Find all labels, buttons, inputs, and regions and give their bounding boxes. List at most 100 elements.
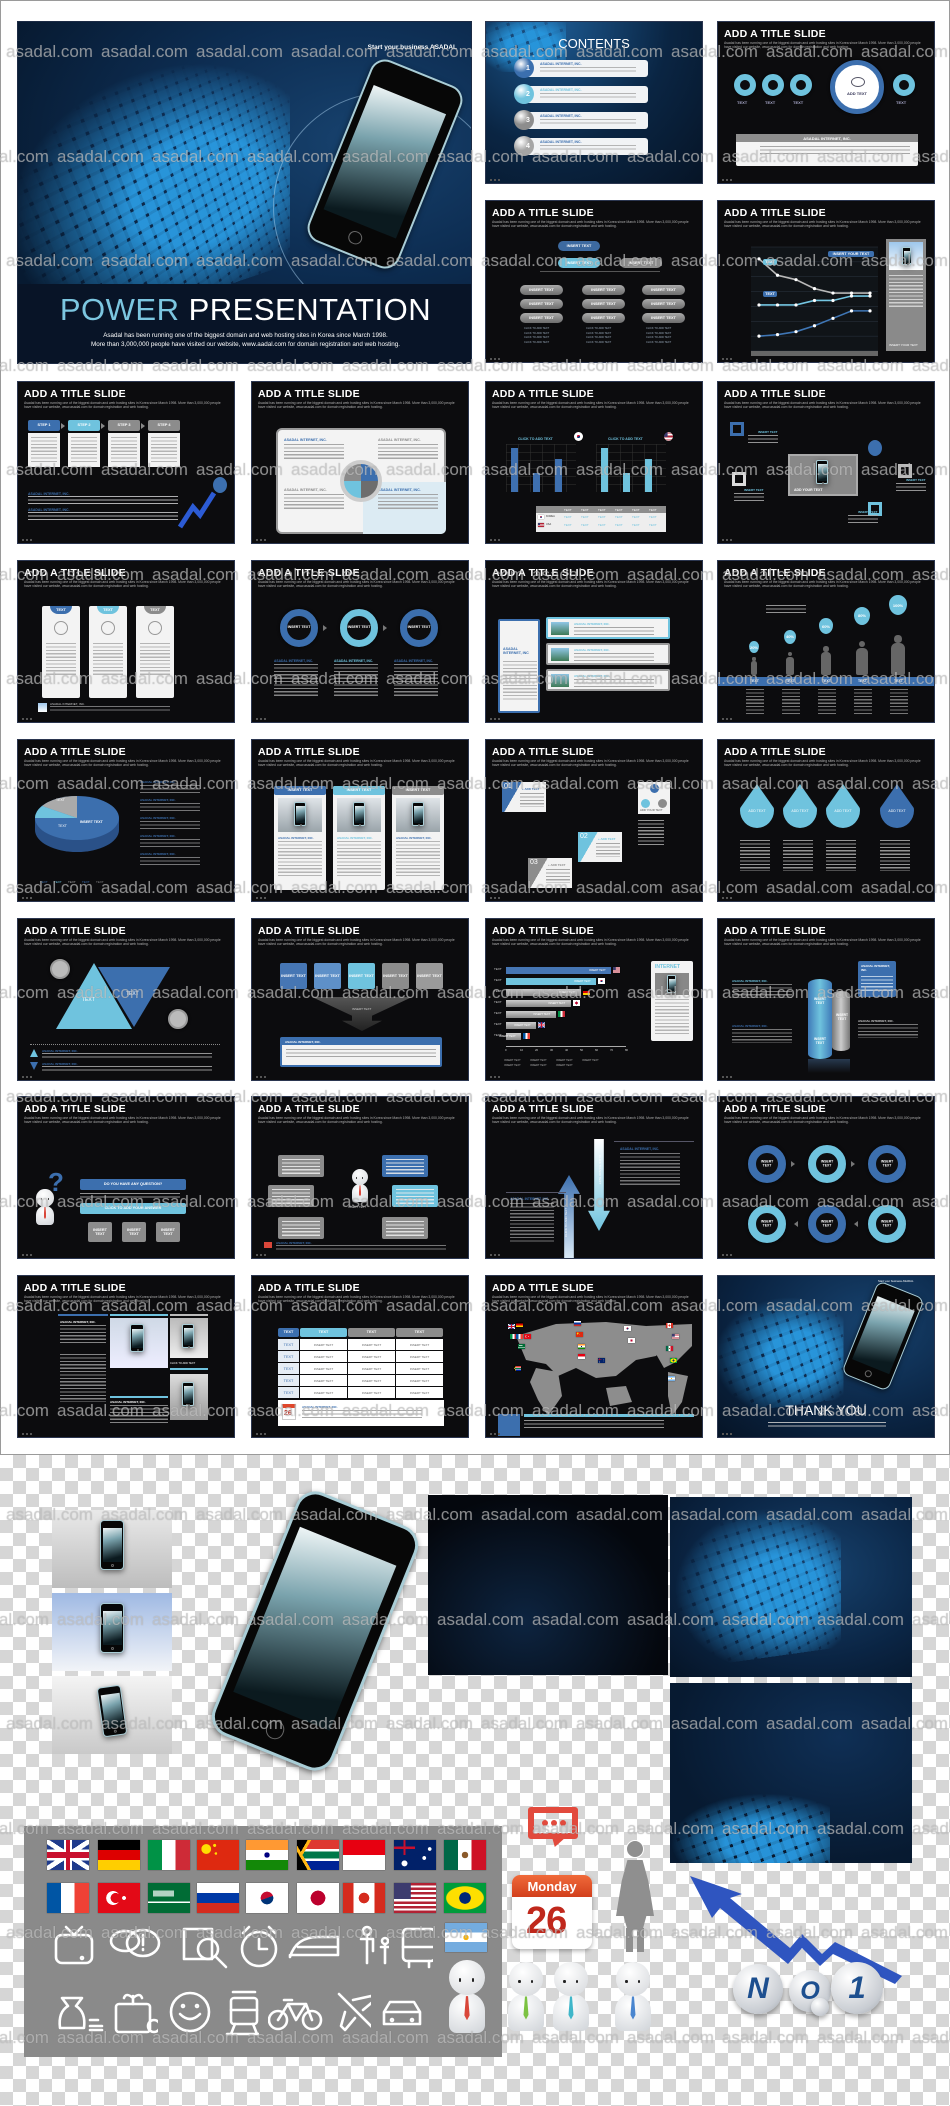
insert-text-button[interactable]: INSERT TEXT <box>520 313 563 323</box>
numbered-card: 03 + ADD TEXT <box>528 858 572 888</box>
slide-thumbnail[interactable]: ADD A TITLE SLIDE Asadal has been running… <box>251 1096 469 1259</box>
step-label[interactable]: STEP 2 <box>68 420 100 431</box>
label-box[interactable]: TEXT <box>763 259 777 265</box>
phone-screen <box>100 1692 125 1730</box>
slide-thumbnail[interactable]: ADD A TITLE SLIDE Asadal has been running… <box>485 381 703 544</box>
insert-text-bubble[interactable]: INSERT TEXT <box>122 1222 146 1242</box>
insert-text-button[interactable]: INSERT TEXT <box>582 299 625 309</box>
slide-thumbnail[interactable]: ADD A TITLE SLIDE Asadal has been running… <box>717 918 935 1081</box>
slide-thumbnail[interactable]: ADD A TITLE SLIDE Asadal has been running… <box>717 381 935 544</box>
slide-thumbnail[interactable]: ADD A TITLE SLIDE Asadal has been running… <box>251 1275 469 1438</box>
slide-thumbnail[interactable]: ADD A TITLE SLIDE Asadal has been running… <box>717 1096 935 1259</box>
slide-thumbnail[interactable]: ADD A TITLE SLIDE Asadal has been running… <box>17 1275 235 1438</box>
slide-thumbnail[interactable]: ADD A TITLE SLIDE Asadal has been running… <box>485 1275 703 1438</box>
slide-thumbnail[interactable]: ADD A TITLE SLIDE Asadal has been running… <box>251 739 469 902</box>
connector-line <box>540 271 660 272</box>
slide-thumbnail[interactable]: ADD A TITLE SLIDE Asadal has been running… <box>717 21 935 184</box>
question-banner[interactable]: DO YOU HAVE ANY QUESTION? <box>80 1179 186 1190</box>
insert-text-button[interactable]: INSERT TEXT <box>582 285 625 295</box>
insert-text-box[interactable]: INSERT TEXT <box>382 963 409 989</box>
slide-thumbnail[interactable]: CONTENTS ASADAL INTERNET, INC. 1 ASADAL INT… <box>485 21 703 184</box>
label-box[interactable]: INSERT TEXT <box>333 786 385 795</box>
data-point <box>775 303 780 307</box>
insert-text-bubble[interactable]: INSERT TEXT <box>156 1222 180 1242</box>
insert-text-button[interactable]: INSERT TEXT <box>620 258 662 268</box>
slide-nav-dots <box>256 718 268 720</box>
slide-thumbnail[interactable]: ADD A TITLE SLIDE Asadal has been running… <box>17 1096 235 1259</box>
slide-thumbnail[interactable]: ADD A TITLE SLIDE Asadal has been running… <box>485 918 703 1081</box>
insert-text-button[interactable]: INSERT TEXT <box>520 285 563 295</box>
contents-item[interactable]: ASADAL INTERNET, INC. <box>524 86 648 103</box>
insert-text-box[interactable]: INSERT TEXT <box>314 963 341 989</box>
slide-thumbnail[interactable]: ADD A TITLE SLIDE Asadal has been running… <box>717 739 935 902</box>
slide-thumbnail[interactable]: ADD A TITLE SLIDE Asadal has been running… <box>251 381 469 544</box>
body <box>891 643 905 675</box>
table-cell: INSERT TEXT <box>348 1351 395 1362</box>
text-lines <box>766 605 806 616</box>
ring-caption: TEXT <box>793 100 804 105</box>
label-box[interactable]: INSERT TEXT <box>392 786 444 795</box>
insert-text-box[interactable]: INSERT TEXT <box>280 963 307 989</box>
slide-thumbnail[interactable]: ADD A TITLE SLIDE Asadal has been running… <box>485 560 703 723</box>
blue-background-panel <box>670 1683 912 1863</box>
home-button-icon <box>863 1368 873 1379</box>
ring-label: INSERT TEXT <box>880 1219 894 1227</box>
cover-title: POWER PRESENTATION <box>18 292 471 328</box>
insert-text-button[interactable]: INSERT TEXT <box>558 241 600 251</box>
insert-text-box[interactable]: INSERT TEXT <box>416 963 443 989</box>
insert-text-button[interactable]: INSERT TEXT <box>642 299 685 309</box>
insert-text-button[interactable]: INSERT TEXT <box>558 258 600 268</box>
table-header-cell[interactable]: TEXT <box>396 1328 443 1337</box>
slide-title: ADD A TITLE SLIDE <box>724 925 826 937</box>
cover-slide[interactable]: Start your business ASADAL POWER PRESENT… <box>17 21 472 364</box>
table-cell-text: TEXT <box>283 1378 294 1383</box>
insert-text-button[interactable]: INSERT TEXT <box>642 313 685 323</box>
slide-thumbnail[interactable]: ADD A TITLE SLIDE Asadal has been running… <box>485 1096 703 1259</box>
slide-thumbnail[interactable]: ADD A TITLE SLIDE Asadal has been running… <box>251 560 469 723</box>
step-label[interactable]: STEP 1 <box>28 420 60 431</box>
label-box[interactable]: INSERT TEXT <box>274 786 326 795</box>
label-box[interactable]: INSERT YOUR TEXT <box>828 251 874 257</box>
x-tick-label: 50 <box>580 1048 584 1052</box>
flag-indonesia-icon <box>343 1840 385 1870</box>
ribbon-badge-icon <box>868 440 882 456</box>
slide-thumbnail[interactable]: ADD A TITLE SLIDE Asadal has been running… <box>251 918 469 1081</box>
insert-text-button[interactable]: INSERT TEXT <box>642 285 685 295</box>
answer-button[interactable]: CLICK TO ADD YOUR ANSWER <box>80 1203 186 1214</box>
insert-text-button[interactable]: INSERT TEXT <box>520 299 563 309</box>
slide-body-text: Asadal has been running one of the bigge… <box>724 759 921 768</box>
insert-text-bubble[interactable]: INSERT TEXT <box>88 1222 112 1242</box>
table-header-cell[interactable]: TEXT <box>348 1328 395 1337</box>
text-lines <box>272 1189 310 1206</box>
slide-body-text: Asadal has been running one of the bigge… <box>492 1295 689 1304</box>
arrow-label: INSERT TEXT <box>352 1007 372 1011</box>
table-header-cell[interactable]: TEXT <box>278 1328 299 1337</box>
slide-thumbnail[interactable]: ADD A TITLE SLIDE Asadal has been running… <box>17 739 235 902</box>
insert-text-button[interactable]: INSERT TEXT <box>582 313 625 323</box>
percent-balloon: 60% <box>819 618 833 635</box>
contents-item[interactable]: ASADAL INTERNET, INC. <box>524 60 648 77</box>
insert-text-box[interactable]: INSERT TEXT <box>348 963 375 989</box>
slide-thumbnail[interactable]: ADD A TITLE SLIDE Asadal has been running… <box>17 560 235 723</box>
label-box[interactable]: TEXT <box>763 291 777 297</box>
person-icon <box>785 651 796 675</box>
slide-thumbnail[interactable]: ADD A TITLE SLIDE Asadal has been running… <box>17 918 235 1081</box>
slide-thumbnail[interactable]: THANK YOU Start your business ASADAL <box>717 1275 935 1438</box>
step-label[interactable]: STEP 3 <box>108 420 140 431</box>
slide-thumbnail[interactable]: ADD A TITLE SLIDE Asadal has been running… <box>17 381 235 544</box>
table-header-cell[interactable]: TEXT <box>300 1328 347 1337</box>
label-text: INSERT TEXT <box>566 243 592 248</box>
slide-thumbnail[interactable]: ADD A TITLE SLIDE Asadal has been running… <box>717 560 935 723</box>
slide-thumbnail[interactable]: ADD A TITLE SLIDE Asadal has been running… <box>717 200 935 363</box>
slide-thumbnail[interactable]: ADD A TITLE SLIDE Asadal has been running… <box>485 200 703 363</box>
slide-thumbnail[interactable]: ADD A TITLE SLIDE Asadal has been running… <box>485 739 703 902</box>
speech-bubble <box>392 1185 438 1207</box>
contents-item[interactable]: ASADAL INTERNET, INC. <box>524 112 648 129</box>
phone-image <box>353 802 365 826</box>
slide-body-text: Asadal has been running one of the bigge… <box>492 759 689 768</box>
table-cell-text: INSERT TEXT <box>409 1378 430 1383</box>
head <box>858 640 866 648</box>
step-label[interactable]: STEP 4 <box>148 420 180 431</box>
divider-bar <box>110 1396 168 1398</box>
contents-item[interactable]: ASADAL INTERNET, INC. <box>524 138 648 155</box>
